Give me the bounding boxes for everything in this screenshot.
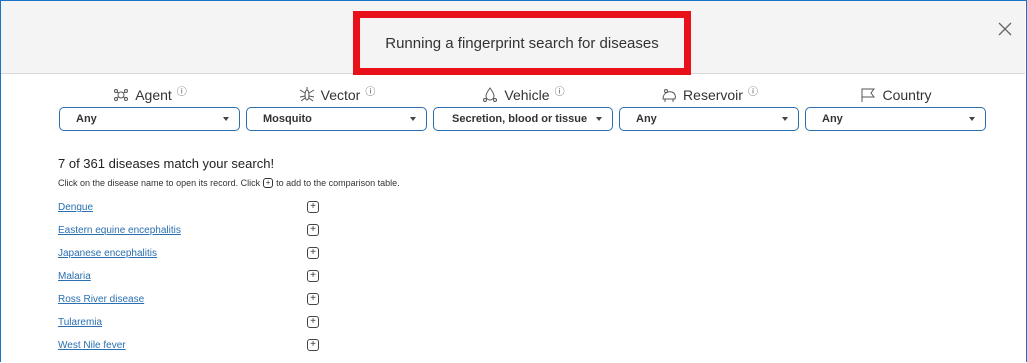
disease-link[interactable]: Ross River disease <box>58 294 144 305</box>
modal-title-text: Running a fingerprint search for disease… <box>385 34 659 52</box>
filter-country-label: Country <box>805 85 986 105</box>
add-to-comparison-button[interactable]: + <box>307 293 319 305</box>
match-count: 7 of 361 diseases match your search! <box>58 156 275 171</box>
list-item: West Nile fever + <box>58 338 358 361</box>
disease-link[interactable]: Dengue <box>58 202 93 213</box>
help-icon[interactable]: ⓘ <box>365 83 375 98</box>
modal-header: Running a fingerprint search for disease… <box>1 1 1025 75</box>
filter-vector-text: Vector <box>320 87 361 103</box>
list-item: Ross River disease + <box>58 292 358 315</box>
chevron-down-icon <box>969 117 975 121</box>
close-icon[interactable] <box>995 19 1015 39</box>
chevron-down-icon <box>596 117 602 121</box>
filter-country-text: Country <box>882 87 932 103</box>
instructions-text-before: Click on the disease name to open its re… <box>58 178 261 188</box>
instructions-text-after: to add to the comparison table. <box>276 178 400 188</box>
reservoir-select-value: Any <box>636 113 657 125</box>
filter-agent-label: Agent ⓘ <box>59 85 240 105</box>
add-to-comparison-button[interactable]: + <box>307 339 319 351</box>
list-item: Malaria + <box>58 269 358 292</box>
filter-reservoir-text: Reservoir <box>683 87 743 103</box>
disease-link[interactable]: Tularemia <box>58 317 102 328</box>
vector-select-value: Mosquito <box>263 113 312 125</box>
agent-select[interactable]: Any <box>59 107 240 131</box>
help-icon[interactable]: ⓘ <box>748 83 758 98</box>
filter-bar: Agent ⓘ Any Vector ⓘ Mosquito Vehicle ⓘ … <box>0 85 1027 135</box>
filter-vector: Vector ⓘ Mosquito <box>246 85 427 135</box>
instructions: Click on the disease name to open its re… <box>58 178 400 188</box>
reservoir-icon <box>660 87 678 103</box>
help-icon[interactable]: ⓘ <box>555 83 565 98</box>
help-icon[interactable]: ⓘ <box>177 83 187 98</box>
filter-vehicle: Vehicle ⓘ Secretion, blood or tissue <box>433 85 613 135</box>
filter-reservoir-label: Reservoir ⓘ <box>619 85 799 105</box>
vehicle-select[interactable]: Secretion, blood or tissue <box>433 107 613 131</box>
flag-icon <box>859 87 877 103</box>
chevron-down-icon <box>223 117 229 121</box>
filter-agent: Agent ⓘ Any <box>59 85 240 135</box>
add-to-comparison-button[interactable]: + <box>307 247 319 259</box>
disease-link[interactable]: Japanese encephalitis <box>58 248 157 259</box>
disease-link[interactable]: Malaria <box>58 271 91 282</box>
modal-title: Running a fingerprint search for disease… <box>353 11 691 75</box>
country-select-value: Any <box>822 113 843 125</box>
filter-vehicle-label: Vehicle ⓘ <box>433 85 613 105</box>
add-to-comparison-button[interactable]: + <box>307 224 319 236</box>
filter-vector-label: Vector ⓘ <box>246 85 427 105</box>
agent-select-value: Any <box>76 113 97 125</box>
filter-reservoir: Reservoir ⓘ Any <box>619 85 799 135</box>
chevron-down-icon <box>782 117 788 121</box>
reservoir-select[interactable]: Any <box>619 107 799 131</box>
add-to-comparison-button[interactable]: + <box>307 316 319 328</box>
disease-list: Dengue + Eastern equine encephalitis + J… <box>58 200 358 361</box>
results-summary: 7 of 361 diseases match your search! Cli… <box>58 156 400 188</box>
plus-icon: + <box>263 178 274 188</box>
add-to-comparison-button[interactable]: + <box>307 201 319 213</box>
list-item: Eastern equine encephalitis + <box>58 223 358 246</box>
filter-country: Country Any <box>805 85 986 135</box>
filter-agent-text: Agent <box>135 87 172 103</box>
disease-link[interactable]: Eastern equine encephalitis <box>58 225 181 236</box>
add-to-comparison-button[interactable]: + <box>307 270 319 282</box>
country-select[interactable]: Any <box>805 107 986 131</box>
vector-icon <box>298 87 316 103</box>
list-item: Japanese encephalitis + <box>58 246 358 269</box>
list-item: Tularemia + <box>58 315 358 338</box>
vector-select[interactable]: Mosquito <box>246 107 427 131</box>
list-item: Dengue + <box>58 200 358 223</box>
vehicle-icon <box>481 87 499 103</box>
agent-icon <box>112 87 130 103</box>
chevron-down-icon <box>410 117 416 121</box>
filter-vehicle-text: Vehicle <box>504 87 550 103</box>
disease-link[interactable]: West Nile fever <box>58 340 126 351</box>
vehicle-select-value: Secretion, blood or tissue <box>452 113 588 125</box>
